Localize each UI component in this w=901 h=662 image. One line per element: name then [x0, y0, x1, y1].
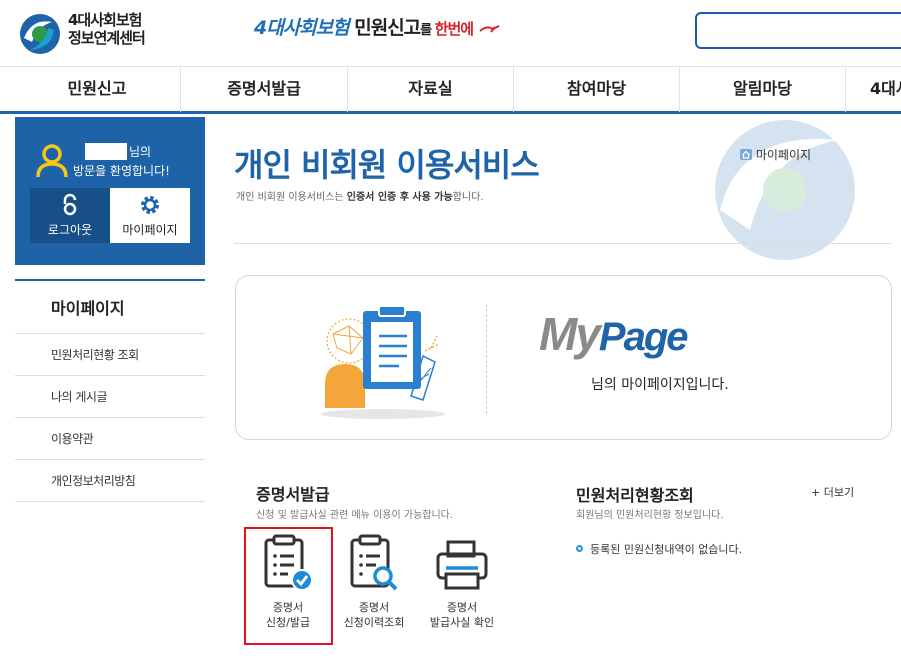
breadcrumb-mypage[interactable]: 마이페이지 [756, 148, 811, 162]
mypage-label: 마이페이지 [122, 223, 178, 237]
cert-apply-label: 증명서 신청/발급 [265, 601, 311, 629]
nav-item-notice[interactable]: 알림마당 [680, 67, 846, 112]
page-description: 개인 비회원 이용서비스는 인증서 인증 후 사용 가능합니다. [236, 188, 483, 203]
login-box: 님의 방문을 환영합니다! 로그아웃 마이페이지 [15, 117, 205, 265]
search-input[interactable] [695, 12, 901, 49]
mypage-logo-page: Page [598, 315, 689, 359]
side-menu-item-privacy[interactable]: 개인정보처리방침 [15, 460, 205, 502]
cert-verify-button[interactable]: 증명서 발급사실 확인 [417, 534, 507, 630]
cert-history-button[interactable]: 증명서 신청이력조회 [329, 534, 419, 630]
status-section-desc: 회원님의 민원처리현황 정보입니다. [576, 510, 724, 521]
nav-item-participation[interactable]: 참여마당 [514, 67, 680, 112]
cert-history-label: 증명서 신청이력조회 [343, 601, 405, 629]
login-buttons: 로그아웃 마이페이지 [30, 188, 190, 243]
page-title: 개인 비회원 이용서비스 [234, 146, 540, 184]
mypage-logo: MyPage [539, 307, 689, 361]
banner-divider [486, 304, 487, 414]
desc-part-2: 인증서 인증 후 사용 가능 [346, 192, 453, 203]
cert-apply-button[interactable]: 증명서 신청/발급 [243, 534, 333, 630]
status-section-title: 민원처리현황조회 [576, 486, 694, 505]
slogan-part-2: 민원신고 [348, 17, 421, 39]
side-menu-item-terms[interactable]: 이용약관 [15, 418, 205, 460]
slogan-part-1: 4대사회보험 [254, 17, 350, 39]
site-logo-text[interactable]: 4대사회보험 정보연계센터 [68, 11, 146, 47]
site-header: 4대사회보험 정보연계센터 4대사회보험 민원신고를 한번에 [0, 0, 901, 66]
mypage-logo-my: My [539, 308, 601, 360]
welcome-text: 방문을 환영합니다! [73, 164, 170, 178]
side-menu-item-my-posts[interactable]: 나의 게시글 [15, 376, 205, 418]
certificate-search-icon [350, 534, 398, 591]
user-icon [36, 144, 68, 178]
main-nav: 민원신고 증명서발급 자료실 참여마당 알림마당 4대사 [0, 66, 901, 114]
status-empty-message: 등록된 민원신청내역이 없습니다. [576, 541, 742, 557]
status-empty-text: 등록된 민원신청내역이 없습니다. [590, 543, 743, 556]
clipboard-illustration-icon [321, 305, 445, 419]
name-suffix: 님의 [129, 145, 152, 159]
cert-section-title: 증명서발급 [256, 485, 330, 504]
nav-item-complaint-report[interactable]: 민원신고 [14, 67, 181, 112]
logout-button[interactable]: 로그아웃 [30, 188, 110, 243]
site-logo-icon[interactable] [18, 12, 62, 56]
side-menu-title: 마이페이지 [15, 281, 205, 334]
cert-section-desc: 신청 및 발급사실 관련 메뉴 이용이 가능합니다. [256, 510, 454, 521]
slogan-swoosh-icon [479, 25, 500, 33]
breadcrumb: 마이페이지 [740, 146, 811, 163]
side-menu: 마이페이지 민원처리현황 조회 나의 게시글 이용약관 개인정보처리방침 [15, 279, 205, 502]
side-menu-item-complaint-status[interactable]: 민원처리현황 조회 [15, 334, 205, 376]
desc-part-3: 합니다. [452, 192, 484, 203]
home-icon[interactable] [740, 149, 752, 160]
bullet-icon [576, 545, 583, 552]
nav-item-4-insurances[interactable]: 4대사 [846, 67, 901, 112]
more-link[interactable]: + 더보기 [811, 484, 854, 500]
logout-label: 로그아웃 [47, 223, 93, 237]
slogan-part-3: 를 [420, 23, 435, 38]
desc-part-1: 개인 비회원 이용서비스는 [236, 192, 347, 203]
nav-item-certificate[interactable]: 증명서발급 [181, 67, 348, 112]
logo-line-2: 정보연계센터 [68, 29, 146, 47]
logo-line-1: 4대사회보험 [68, 11, 142, 29]
banner-message: 님의 마이페이지입니다. [591, 377, 729, 393]
nav-item-archive[interactable]: 자료실 [348, 67, 514, 112]
cert-verify-label: 증명서 발급사실 확인 [429, 601, 495, 629]
decorative-logo-icon [715, 120, 855, 260]
certificate-check-icon [264, 534, 313, 591]
slogan-part-4: 한번에 [434, 20, 474, 38]
welcome-message: 님의 방문을 환영합니다! [73, 143, 203, 181]
title-divider [234, 243, 891, 244]
mypage-banner: MyPage 님의 마이페이지입니다. [235, 275, 892, 440]
mypage-button[interactable]: 마이페이지 [110, 188, 190, 243]
lock-icon [63, 193, 77, 216]
printer-icon [436, 540, 488, 590]
gear-icon [141, 196, 159, 214]
header-slogan: 4대사회보험 민원신고를 한번에 [254, 13, 501, 40]
